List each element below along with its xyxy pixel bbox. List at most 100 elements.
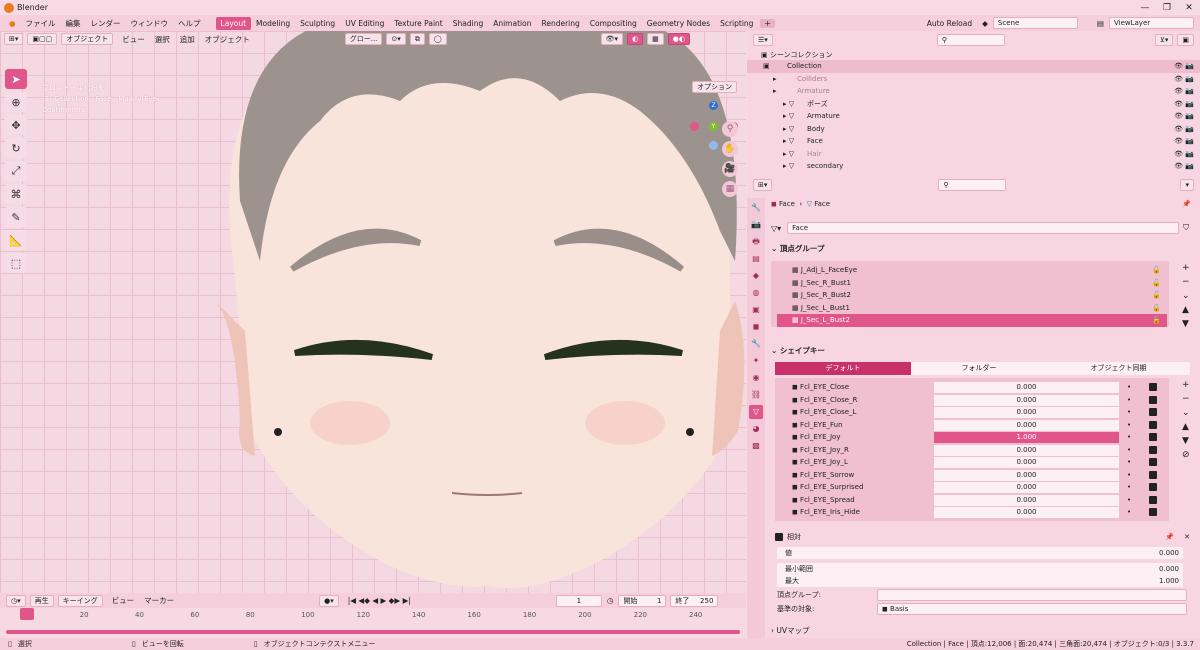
vgroup-field[interactable]	[877, 589, 1187, 601]
workspace-tab-rendering[interactable]: Rendering	[536, 17, 584, 30]
relative-checkbox[interactable]	[775, 533, 783, 541]
shapekey-row[interactable]: ◼ Fcl_EYE_Joy_R 0.000 •	[777, 444, 1167, 457]
measure-tool-icon[interactable]: 📐	[5, 230, 27, 250]
view-layer-tab-icon[interactable]: ▤	[749, 252, 763, 266]
remove-shapekey-button[interactable]: −	[1182, 392, 1190, 406]
current-frame-field[interactable]: 1	[555, 594, 602, 607]
playhead[interactable]	[20, 608, 34, 620]
shapekey-value-field[interactable]: 1.000	[934, 432, 1119, 443]
close-icon[interactable]: ✕	[1178, 3, 1200, 13]
sk-up-icon[interactable]: ▲	[1182, 420, 1190, 434]
min-field[interactable]: 最小範囲 0.000	[777, 563, 1183, 575]
shapekey-row[interactable]: ◼ Fcl_EYE_Surprised 0.000 •	[777, 481, 1167, 494]
minimize-icon[interactable]: —	[1134, 3, 1156, 13]
scene-icon[interactable]: ◆	[977, 19, 993, 28]
shapekey-mute-checkbox[interactable]	[1149, 495, 1157, 504]
world-tab-icon[interactable]: ◍	[749, 286, 763, 300]
move-tool-icon[interactable]: ✥	[5, 115, 27, 135]
workspace-tab-layout[interactable]: Layout	[215, 16, 252, 30]
mesh-data-icon[interactable]: ▽▾	[771, 224, 781, 233]
lock-icon[interactable]: 🔓	[1152, 264, 1161, 277]
value-field[interactable]: 値 0.000	[777, 547, 1183, 559]
lock-icon[interactable]: 🔓	[1152, 289, 1161, 302]
vgroup-up-icon[interactable]: ▲	[1182, 303, 1190, 317]
snap-icon[interactable]: ⧉	[409, 33, 425, 45]
object-tab-icon[interactable]: ◼	[749, 320, 763, 334]
sk-tab-object-sync[interactable]: オブジェクト同期	[1047, 362, 1190, 375]
vgroup-down-icon[interactable]: ▼	[1182, 317, 1190, 331]
tool-tab-icon[interactable]: 🔧	[749, 201, 763, 215]
pan-hand-icon[interactable]: ✋	[722, 141, 738, 157]
lock-icon[interactable]: 🔓	[1152, 277, 1161, 290]
visibility-eye-icon[interactable]: 👁 📷	[1174, 160, 1194, 173]
shapekey-row[interactable]: ◼ Fcl_EYE_Spread 0.000 •	[777, 494, 1167, 507]
outliner-row[interactable]: ▸ ▽ secondary 👁 📷	[747, 160, 1200, 173]
vertex-group-row[interactable]: ▦ J_Sec_R_Bust1 🔓	[777, 277, 1167, 290]
visibility-icon[interactable]: 👁▾	[600, 33, 624, 45]
lock-icon[interactable]: 🔓	[1152, 302, 1161, 315]
shapekey-mute-checkbox[interactable]	[1149, 395, 1157, 404]
editor-type-icon[interactable]: ⊞▾	[4, 33, 24, 45]
sk-close-icon[interactable]: ✕	[1184, 533, 1190, 541]
scale-tool-icon[interactable]: ⤢	[5, 161, 27, 181]
outliner-row[interactable]: ▸ Colliders 👁 📷	[747, 73, 1200, 86]
filter-icon[interactable]: ⊻▾	[1154, 34, 1174, 46]
outliner-editor-icon[interactable]: ☰▾	[753, 34, 773, 46]
viewlayer-field[interactable]: ViewLayer	[1109, 17, 1194, 29]
add-vgroup-button[interactable]: +	[1182, 261, 1190, 275]
maximize-icon[interactable]: ❐	[1156, 3, 1178, 13]
workspace-tab-texture-paint[interactable]: Texture Paint	[389, 17, 447, 30]
visibility-eye-icon[interactable]: 👁 📷	[1174, 98, 1194, 111]
outliner-row[interactable]: ▣ Collection 👁 📷	[747, 60, 1200, 73]
new-collection-icon[interactable]: ▣	[1177, 34, 1194, 46]
vgroup-menu-icon[interactable]: ⌄	[1182, 289, 1190, 303]
shading-solid-icon[interactable]: ●◐	[667, 33, 691, 45]
constraints-tab-icon[interactable]: ⛓	[749, 388, 763, 402]
props-search-input[interactable]: ⚲	[938, 179, 1007, 191]
shapekey-row[interactable]: ◼ Fcl_EYE_Fun 0.000 •	[777, 419, 1167, 432]
blender-menu-icon[interactable]: ●	[4, 19, 21, 28]
shapekey-mute-checkbox[interactable]	[1149, 470, 1157, 479]
add-cube-tool-icon[interactable]: ⬚	[5, 253, 27, 273]
shapekey-row[interactable]: ◼ Fcl_EYE_Sorrow 0.000 •	[777, 469, 1167, 482]
max-field[interactable]: 最大 1.000	[777, 575, 1183, 587]
keying-menu[interactable]: キーイング	[57, 594, 103, 607]
viewport-menu-2[interactable]: 追加	[175, 34, 200, 45]
shapekey-value-field[interactable]: 0.000	[934, 382, 1119, 393]
add-workspace-button[interactable]: +	[760, 18, 776, 28]
sk-pin-icon[interactable]: 📌	[1165, 533, 1174, 541]
shapekey-mute-checkbox[interactable]	[1149, 508, 1157, 516]
pivot-icon[interactable]: ⊙▾	[386, 33, 406, 45]
props-options-icon[interactable]: ▾	[1180, 179, 1194, 191]
neg-x-axis-icon[interactable]	[690, 122, 699, 131]
viewport-menu-3[interactable]: オブジェクト	[200, 34, 255, 45]
basis-field[interactable]: ◼ Basis	[877, 603, 1187, 615]
uvmap-header[interactable]: › UVマップ	[771, 625, 810, 636]
timeline-scrollbar[interactable]	[6, 630, 740, 634]
particles-tab-icon[interactable]: ✦	[749, 354, 763, 368]
menu-item-0[interactable]: ファイル	[21, 18, 61, 29]
vertex-groups-header[interactable]: ⌄ 頂点グループ	[771, 243, 824, 254]
overlay-icon[interactable]: ◐	[627, 33, 644, 45]
shapekey-value-field[interactable]: 0.000	[934, 494, 1119, 506]
shapekey-mute-checkbox[interactable]	[1149, 433, 1157, 441]
output-tab-icon[interactable]: 🖶	[749, 235, 763, 249]
xray-icon[interactable]: ▦	[647, 33, 664, 45]
viewport-menu-0[interactable]: ビュー	[117, 34, 150, 45]
sk-down-icon[interactable]: ▼	[1182, 434, 1190, 448]
visibility-eye-icon[interactable]: 👁 📷	[1174, 85, 1194, 98]
auto-reload-button[interactable]: Auto Reload	[922, 19, 977, 28]
timeline-editor-icon[interactable]: ◷▾	[6, 594, 26, 607]
timeline-body[interactable]: 120406080100120140160180200220240	[0, 608, 746, 638]
playback-menu[interactable]: 再生	[29, 594, 54, 607]
shapekey-mute-checkbox[interactable]	[1149, 458, 1157, 466]
timeline[interactable]: ◷▾ 再生 キーイング ビュー マーカー ●▾ |◀ ◀◆ ◀ ▶ ◆▶ ▶| …	[0, 593, 746, 638]
select-tool-icon[interactable]: ➤	[5, 69, 27, 89]
collection-tab-icon[interactable]: ▣	[749, 303, 763, 317]
shapekey-value-field[interactable]: 0.000	[934, 457, 1119, 468]
marker-menu[interactable]: マーカー	[139, 595, 179, 606]
texture-tab-icon[interactable]: ▩	[749, 439, 763, 453]
grid-perspective-icon[interactable]: ▦	[722, 181, 738, 197]
workspace-tab-compositing[interactable]: Compositing	[585, 17, 642, 30]
3d-viewport[interactable]: ⊞▾ ▣▢▢ オブジェクト ビュー 選択 追加 オブジェクト グロー... ⊙▾ ⧉ …	[0, 31, 746, 593]
